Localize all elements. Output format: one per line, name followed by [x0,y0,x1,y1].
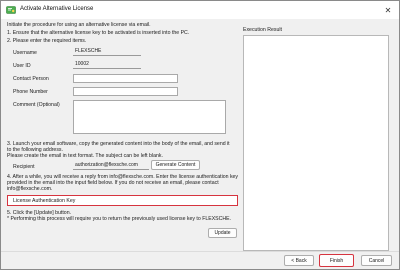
step-4-line-3: info@flexsche.com. [7,186,53,192]
close-icon: ✕ [384,5,392,15]
note-text: * Performing this process will require y… [7,216,232,222]
window-title: Activate Alternative License [20,6,94,12]
step-1-text: 1. Ensure that the alternative license k… [7,30,190,36]
back-button[interactable]: < Back [284,255,314,266]
cancel-label: Cancel [368,257,385,264]
userid-value: 10002 [73,60,141,69]
phone-number-input[interactable] [73,87,178,96]
recipient-label: Recipient [13,164,35,170]
finish-button[interactable]: Finish [319,254,354,267]
phone-number-label: Phone Number [13,89,48,95]
back-label: < Back [291,257,307,264]
execution-result-pane[interactable] [243,35,389,251]
step-3-line-3: Please create the email in text format. … [7,153,163,159]
finish-label: Finish [329,257,344,264]
recipient-value: authorization@flexsche.com [73,161,149,170]
step-2-text: 2. Please enter the required items. [7,38,87,44]
dialog-window: Activate Alternative License ✕ Initiate … [0,0,400,270]
contact-person-label: Contact Person [13,76,49,82]
update-button[interactable]: Update [208,228,237,238]
close-button[interactable]: ✕ [381,4,395,16]
contact-person-input[interactable] [73,74,178,83]
update-label: Update [214,230,231,236]
execution-result-label: Execution Result [243,27,282,33]
username-label: Username [13,50,37,56]
comment-textarea[interactable] [73,100,226,134]
cancel-button[interactable]: Cancel [361,255,392,266]
footer-divider [1,251,399,252]
userid-label: User ID [13,63,31,69]
license-key-input[interactable]: License Authentication Key [7,195,238,206]
generate-content-button[interactable]: Generate Content [151,160,200,170]
license-certificate-icon [6,6,16,14]
license-key-placeholder: License Authentication Key [13,198,76,204]
username-value: FLEXSCHE [73,47,141,56]
intro-text: Initiate the procedure for using an alte… [7,22,151,28]
generate-content-label: Generate Content [155,162,196,168]
dialog-content: Initiate the procedure for using an alte… [1,19,399,251]
title-bar: Activate Alternative License ✕ [1,1,399,19]
comment-label: Comment (Optional) [13,102,60,108]
